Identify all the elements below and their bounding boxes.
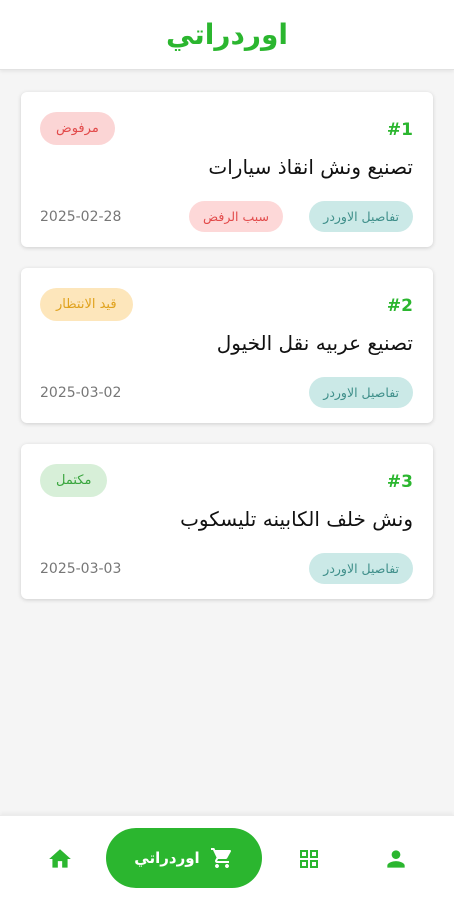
order-card[interactable]: #1 مرفوض تصنيع ونش انقاذ سيارات 2025-02-…	[21, 92, 433, 247]
nav-orders-button[interactable]: اوردراتي	[106, 828, 262, 888]
cart-icon	[210, 846, 234, 870]
grid-icon[interactable]	[296, 846, 322, 872]
page-title: اوردراتي	[165, 18, 289, 51]
order-number: #2	[386, 296, 413, 316]
order-card[interactable]: #3 مكتمل ونش خلف الكابينه تليسكوب 2025-0…	[21, 444, 433, 599]
order-card[interactable]: #2 قيد الانتظار تصنيع عربيه نقل الخيول 2…	[21, 268, 433, 423]
status-badge: مرفوض	[40, 112, 115, 145]
order-details-button[interactable]: تفاصيل الاوردر	[309, 377, 413, 408]
bottom-navigation: اوردراتي	[0, 815, 454, 900]
order-date: 2025-03-03	[40, 561, 122, 577]
order-title: ونش خلف الكابينه تليسكوب	[180, 507, 413, 531]
order-number: #3	[386, 472, 413, 492]
app-header: اوردراتي	[0, 0, 454, 70]
person-icon[interactable]	[383, 846, 409, 872]
order-number: #1	[386, 120, 413, 140]
status-badge: مكتمل	[40, 464, 108, 497]
order-title: تصنيع ونش انقاذ سيارات	[208, 155, 413, 179]
order-date: 2025-02-28	[40, 209, 122, 225]
rejection-reason-button[interactable]: سبب الرفض	[189, 201, 283, 232]
order-title: تصنيع عربيه نقل الخيول	[216, 331, 413, 355]
order-details-button[interactable]: تفاصيل الاوردر	[309, 553, 413, 584]
home-icon[interactable]	[47, 846, 73, 872]
order-details-button[interactable]: تفاصيل الاوردر	[309, 201, 413, 232]
order-date: 2025-03-02	[40, 385, 122, 401]
nav-orders-label: اوردراتي	[134, 849, 200, 867]
status-badge: قيد الانتظار	[40, 288, 133, 321]
